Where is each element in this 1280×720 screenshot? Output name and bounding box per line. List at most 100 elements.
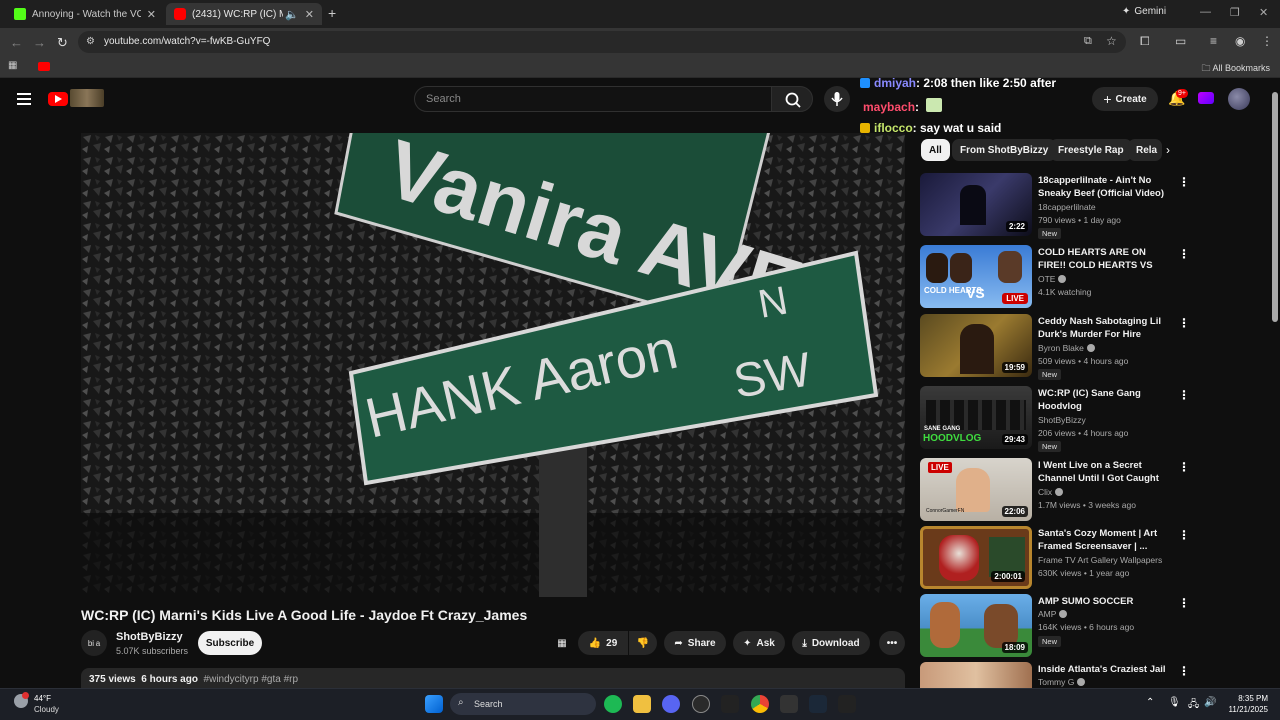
chip-from-channel[interactable]: From ShotByBizzy [952,139,1057,161]
hashtags[interactable]: #windycityrp #gta #rp [204,674,299,685]
kebab-menu-icon[interactable]: ⋮ [1178,388,1190,402]
app-icon[interactable] [692,695,710,713]
chip-related[interactable]: Rela [1128,139,1162,161]
video-thumbnail[interactable] [920,662,1032,688]
close-icon[interactable]: ✕ [305,8,314,21]
browser-tab-active[interactable]: (2431) WC:RP (IC) Marni's K 🔈 ✕ [166,3,322,25]
chip-all[interactable]: All [921,139,950,161]
taskbar-search[interactable]: ⌕ Search [450,693,596,715]
github-icon[interactable] [780,695,798,713]
ask-button[interactable]: ✦ Ask [733,631,785,655]
youtube-logo[interactable] [48,92,68,106]
subscribe-button[interactable]: Subscribe [198,631,262,655]
create-button[interactable]: + Create [1092,87,1158,111]
chevron-right-icon[interactable]: › [1166,143,1170,157]
epic-games-icon[interactable] [838,695,856,713]
apps-grid-icon[interactable]: ▦ [8,60,17,71]
recommended-video[interactable]: 18:09 AMP SUMO SOCCER AMP 164K views • 6… [920,594,1200,658]
recommended-video[interactable]: 19:59 Ceddy Nash Sabotaging Lil Durk's M… [920,314,1200,380]
description-box[interactable]: 375 views 6 hours ago #windycityrp #gta … [81,668,905,690]
video-thumbnail[interactable]: 19:59 [920,314,1032,377]
search-button[interactable] [771,86,813,112]
menu-icon[interactable]: ⋮ [1261,34,1273,48]
file-explorer-icon[interactable] [633,695,651,713]
profile-icon[interactable]: ◉ [1235,34,1245,48]
page-scrollbar[interactable] [1270,80,1280,688]
chevron-up-icon[interactable]: ⌃ [1146,697,1154,708]
windows-start-icon[interactable] [425,695,443,713]
youtube-bookmark-icon[interactable] [38,62,50,71]
taskbar-clock[interactable]: 8:35 PM 11/21/2025 [1222,693,1268,715]
forward-icon[interactable]: → [33,35,46,50]
video-player[interactable]: Vanira AVE HANK Aaron N SW [81,133,905,597]
epic-games-icon[interactable] [721,695,739,713]
search-placeholder: Search [426,93,461,105]
network-icon[interactable]: 🖧 [1188,697,1199,714]
extensions-icon[interactable]: ⧠ [1140,34,1150,49]
recommended-video[interactable]: Inside Atlanta's Craziest Jail Tommy G ⋮ [920,662,1200,688]
all-bookmarks[interactable]: 🗀 All Bookmarks [1201,61,1270,77]
restore-icon[interactable]: ❐ [1230,6,1240,19]
gemini-button[interactable]: ✦ Gemini [1122,6,1166,17]
gemini-icon: ✦ [1122,6,1131,17]
reload-icon[interactable]: ↻ [57,35,68,51]
weather-temperature: 44°F [34,694,51,703]
site-info-icon[interactable]: ⚙ [86,36,95,47]
recommended-video[interactable]: 2:22 18capperlilnate - Ain't No Sneaky B… [920,173,1200,239]
account-avatar[interactable] [1228,88,1250,110]
channel-avatar[interactable]: bi a [81,630,107,656]
microphone-icon[interactable]: 🎙 [1168,697,1181,708]
video-thumbnail[interactable]: 2:22 [920,173,1032,236]
recommended-video[interactable]: 2:00:01 Santa's Cozy Moment | Art Framed… [920,526,1200,590]
recommended-video[interactable]: COLD HEARTS VS LIVE COLD HEARTS ARE ON F… [920,245,1200,309]
video-thumbnail[interactable]: LIVE ConnorGamerFN 22:06 [920,458,1032,521]
kebab-menu-icon[interactable]: ⋮ [1178,247,1190,261]
video-thumbnail[interactable]: COLD HEARTS VS LIVE [920,245,1032,308]
premium-icon[interactable] [1198,92,1214,104]
download-button[interactable]: ⤓ Download [792,631,870,655]
chrome-icon[interactable] [751,695,769,713]
video-thumbnail[interactable]: SANE GANG HOODVLOG 29:43 [920,386,1032,449]
hamburger-menu-icon[interactable] [17,93,31,105]
voice-search-button[interactable] [824,86,850,112]
omnibox[interactable]: ⚙ youtube.com/watch?v=-fwKB-GuYFQ ⧉ ☆ [78,31,1126,53]
chat-user: maybach [863,100,916,114]
more-actions-icon[interactable]: ••• [879,631,905,655]
grid-icon[interactable]: ▦ [550,631,574,655]
url-text[interactable]: youtube.com/watch?v=-fwKB-GuYFQ [104,36,270,47]
kebab-menu-icon[interactable]: ⋮ [1178,316,1190,330]
browser-tab[interactable]: Annoying - Watch the VOD on ✕ [6,3,164,25]
scrollbar-thumb[interactable] [1272,92,1278,322]
video-thumbnail[interactable]: 18:09 [920,594,1032,657]
video-thumbnail[interactable]: 2:00:01 [920,526,1032,589]
star-icon[interactable]: ☆ [1106,34,1117,48]
split-view-icon[interactable]: ▭ [1175,34,1186,48]
kebab-menu-icon[interactable]: ⋮ [1178,664,1190,678]
share-button[interactable]: ➦ Share [664,631,726,655]
search-input[interactable]: Search [414,86,772,112]
reading-list-icon[interactable]: ≡ [1210,34,1217,48]
dislike-button[interactable]: 👎 [629,631,657,655]
install-icon[interactable]: ⧉ [1084,35,1092,48]
recommended-video[interactable]: SANE GANG HOODVLOG 29:43 WC:RP (IC) Sane… [920,386,1200,452]
youtube-doodle[interactable] [70,89,104,107]
recommended-video[interactable]: LIVE ConnorGamerFN 22:06 I Went Live on … [920,458,1200,522]
plus-icon[interactable]: + [328,5,336,21]
close-window-icon[interactable]: ✕ [1259,6,1268,19]
channel-name[interactable]: ShotByBizzy [116,631,183,643]
discord-icon[interactable] [662,695,680,713]
close-icon[interactable]: ✕ [147,8,156,21]
minimize-icon[interactable]: — [1200,6,1211,18]
kebab-menu-icon[interactable]: ⋮ [1178,528,1190,542]
kebab-menu-icon[interactable]: ⋮ [1178,175,1190,189]
speaker-icon[interactable]: 🔈 [285,8,299,21]
kebab-menu-icon[interactable]: ⋮ [1178,596,1190,610]
chip-freestyle-rap[interactable]: Freestyle Rap [1050,139,1132,161]
kebab-menu-icon[interactable]: ⋮ [1178,460,1190,474]
volume-icon[interactable]: 🔊 [1204,697,1216,708]
back-icon[interactable]: ← [10,35,23,50]
steam-icon[interactable] [809,695,827,713]
thumbnail-figure [926,253,948,283]
like-button[interactable]: 👍 29 [578,631,628,655]
spotify-icon[interactable] [604,695,622,713]
